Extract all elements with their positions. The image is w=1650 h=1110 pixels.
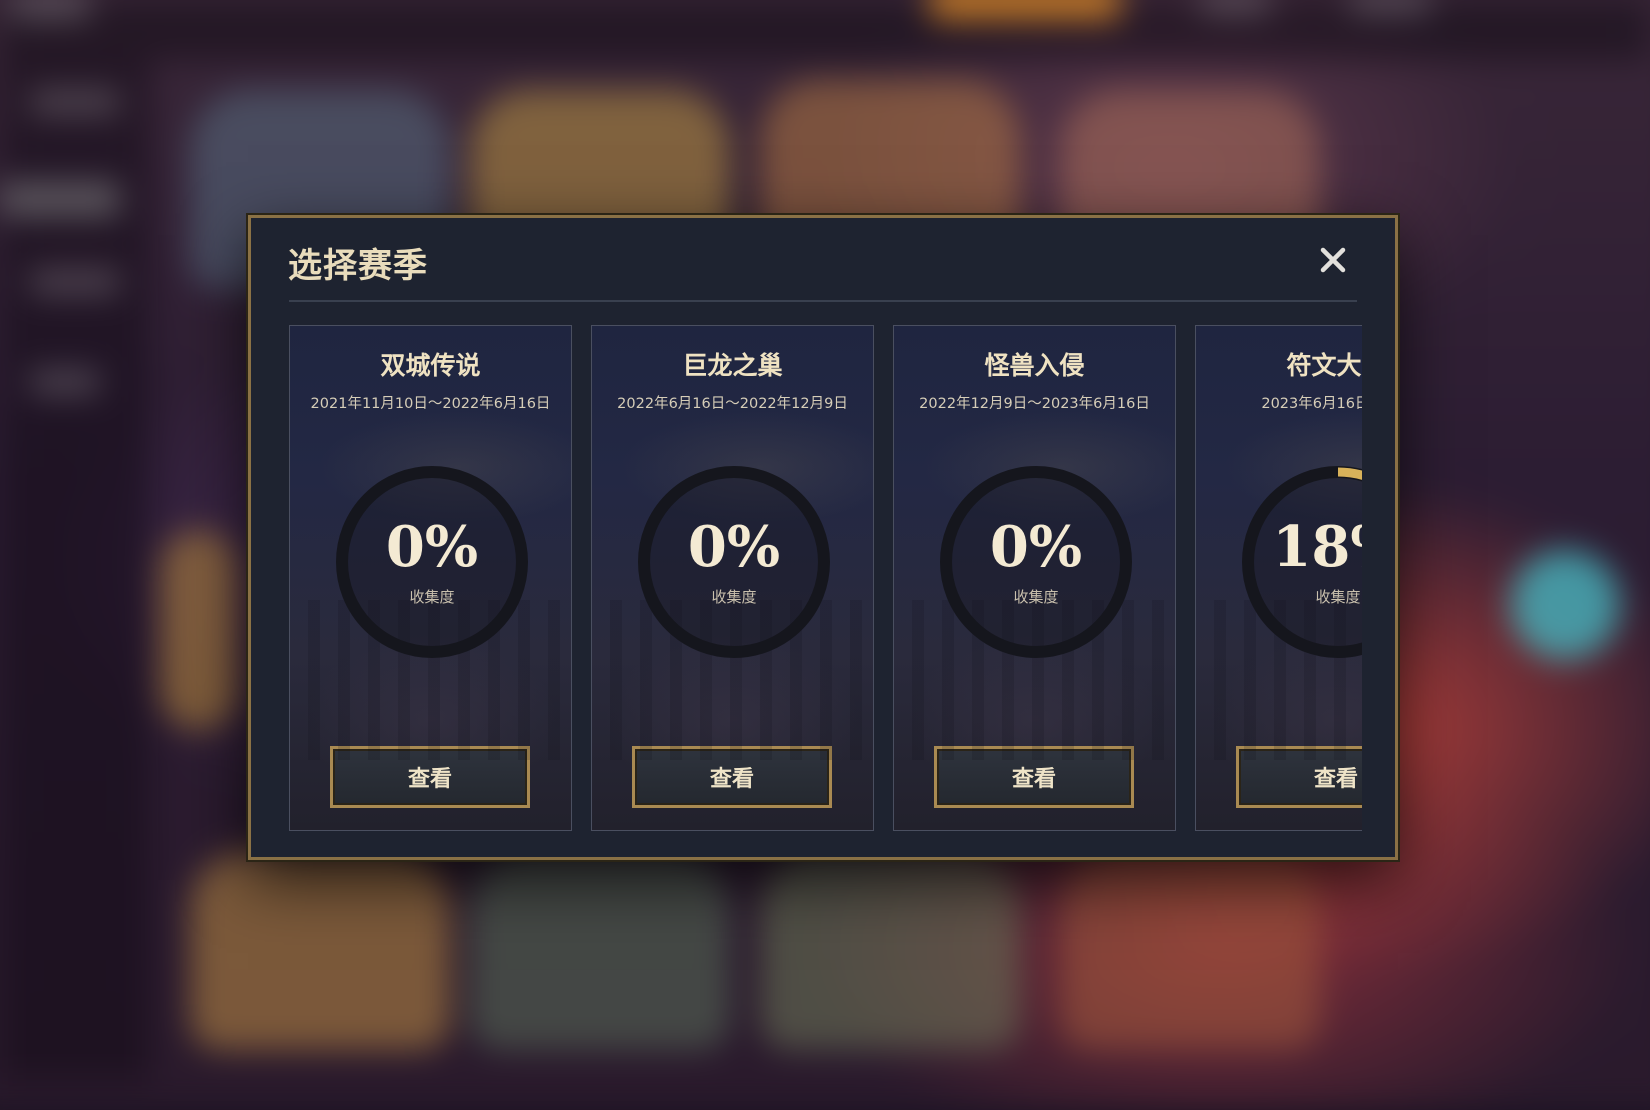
collection-label: 收集度 (1013, 588, 1059, 606)
collection-progress-ring: 0% 收集度 (632, 460, 836, 664)
season-name: 双城传说 (380, 351, 481, 380)
collection-percent: 0% (989, 514, 1083, 580)
season-card: 巨龙之巢 2022年6月16日～2022年12月9日 0% 收集度 查看 (591, 325, 874, 831)
close-button[interactable] (1313, 240, 1353, 280)
season-name: 符文大陆 (1286, 351, 1362, 380)
modal-title: 选择赛季 (288, 246, 428, 286)
season-card: 符文大陆 2023年6月16日～202 18% 收集度 查看 (1195, 325, 1362, 831)
collection-progress-ring: 0% 收集度 (934, 460, 1138, 664)
season-card-list[interactable]: 双城传说 2021年11月10日～2022年6月16日 0% 收集度 查看 巨龙… (289, 325, 1362, 833)
view-button[interactable]: 查看 (934, 746, 1134, 808)
collection-progress-ring: 18% 收集度 (1236, 460, 1362, 664)
view-button[interactable]: 查看 (330, 746, 530, 808)
season-dates: 2022年6月16日～2022年12月9日 (617, 396, 848, 412)
view-button[interactable]: 查看 (632, 746, 832, 808)
collection-label: 收集度 (409, 588, 455, 606)
season-name: 怪兽入侵 (984, 351, 1085, 380)
close-icon (1320, 247, 1346, 273)
season-dates: 2023年6月16日～202 (1261, 396, 1362, 412)
collection-label: 收集度 (1315, 588, 1361, 606)
season-name: 巨龙之巢 (682, 351, 783, 380)
collection-percent: 0% (687, 514, 781, 580)
collection-percent: 18% (1272, 514, 1362, 580)
collection-label: 收集度 (711, 588, 757, 606)
view-button[interactable]: 查看 (1236, 746, 1362, 808)
season-card: 双城传说 2021年11月10日～2022年6月16日 0% 收集度 查看 (289, 325, 572, 831)
season-select-modal: 选择赛季 双城传说 2021年11月10日～2022年6月16日 0% 收集度 … (248, 215, 1398, 860)
season-dates: 2021年11月10日～2022年6月16日 (310, 396, 551, 412)
season-dates: 2022年12月9日～2023年6月16日 (919, 396, 1150, 412)
collection-percent: 0% (385, 514, 479, 580)
collection-progress-ring: 0% 收集度 (330, 460, 534, 664)
season-card: 怪兽入侵 2022年12月9日～2023年6月16日 0% 收集度 查看 (893, 325, 1176, 831)
title-divider (289, 300, 1357, 302)
